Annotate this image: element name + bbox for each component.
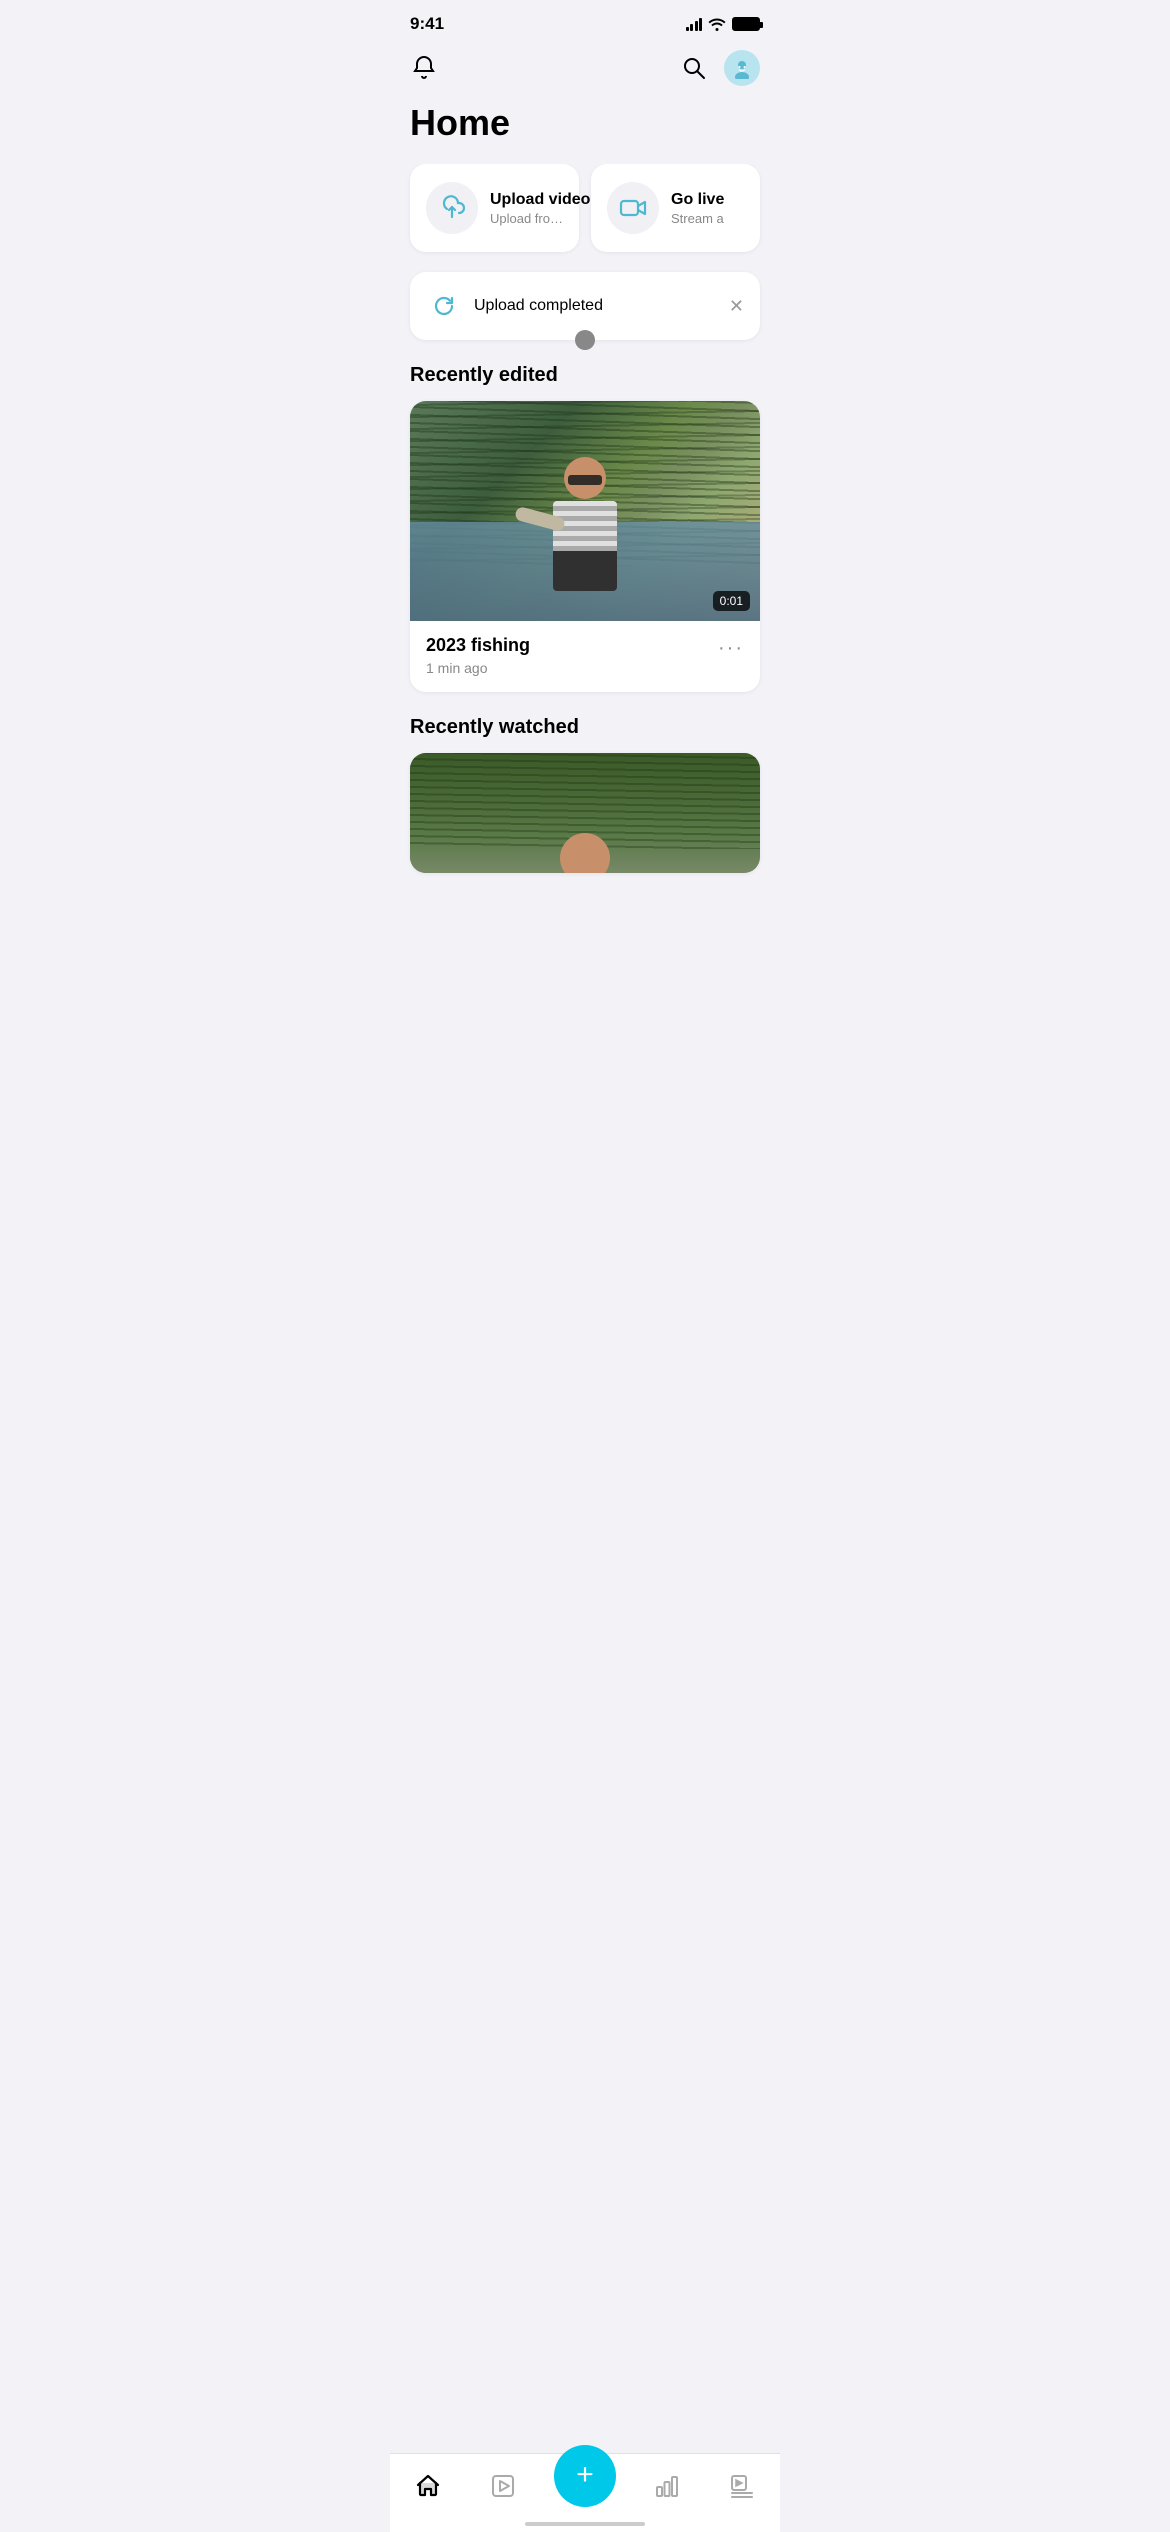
tab-library[interactable]	[478, 2464, 528, 2508]
video-info-text: 2023 fishing 1 min ago	[426, 635, 530, 676]
go-live-text: Go live Stream a	[671, 191, 724, 226]
upload-video-text: Upload video Upload from your device	[490, 191, 563, 226]
notification-close-button[interactable]: ✕	[729, 296, 744, 317]
battery-icon	[732, 17, 760, 31]
top-nav-right	[680, 50, 760, 86]
upload-video-title: Upload video	[490, 191, 563, 209]
play-square-icon	[490, 2473, 516, 2499]
add-content-button[interactable]: +	[554, 2445, 616, 2507]
home-icon	[415, 2473, 441, 2499]
notification-banner: Upload completed ✕	[410, 272, 760, 340]
search-icon[interactable]	[680, 54, 708, 82]
upload-video-card[interactable]: Upload video Upload from your device	[410, 164, 579, 252]
top-nav	[390, 42, 780, 98]
signal-icon	[686, 17, 703, 31]
notification-refresh-icon	[426, 288, 462, 324]
play-list-icon	[729, 2473, 755, 2499]
video-camera-icon	[618, 193, 648, 223]
recently-edited-video-card[interactable]: 0:01 2023 fishing 1 min ago ···	[410, 401, 760, 692]
go-live-icon-bg	[607, 182, 659, 234]
bottom-tab-bar: +	[390, 2453, 780, 2532]
tab-analytics[interactable]	[642, 2464, 692, 2508]
bell-icon[interactable]	[410, 54, 438, 82]
action-cards: Upload video Upload from your device Go …	[390, 164, 780, 272]
tab-content[interactable]	[717, 2464, 767, 2508]
video-info: 2023 fishing 1 min ago ···	[410, 621, 760, 692]
plus-icon: +	[576, 2460, 594, 2490]
person-head	[564, 457, 606, 499]
status-bar: 9:41	[390, 0, 780, 42]
video-thumbnail: 0:01	[410, 401, 760, 621]
avatar[interactable]	[724, 50, 760, 86]
page-title: Home	[390, 98, 780, 164]
scroll-dot	[575, 330, 595, 350]
go-live-card[interactable]: Go live Stream a	[591, 164, 760, 252]
tab-home[interactable]	[403, 2464, 453, 2508]
recently-watched-video-card[interactable]	[410, 753, 760, 873]
video-more-button[interactable]: ···	[718, 635, 744, 660]
home-indicator	[525, 2522, 645, 2526]
video-meta: 1 min ago	[426, 660, 530, 676]
recently-watched-title: Recently watched	[390, 716, 780, 753]
bar-chart-icon	[654, 2473, 680, 2499]
video-title: 2023 fishing	[426, 635, 530, 656]
status-icons	[686, 17, 761, 31]
recently-watched-thumbnail	[410, 753, 760, 873]
go-live-subtitle: Stream a	[671, 211, 724, 226]
recently-edited-title: Recently edited	[390, 364, 780, 401]
go-live-title: Go live	[671, 191, 724, 209]
upload-video-subtitle: Upload from your device	[490, 211, 563, 226]
status-time: 9:41	[410, 14, 444, 34]
upload-video-icon-bg	[426, 182, 478, 234]
video-duration-badge: 0:01	[713, 591, 750, 611]
wifi-icon	[708, 17, 726, 31]
notification-text: Upload completed	[474, 297, 717, 315]
cloud-upload-icon	[437, 193, 467, 223]
